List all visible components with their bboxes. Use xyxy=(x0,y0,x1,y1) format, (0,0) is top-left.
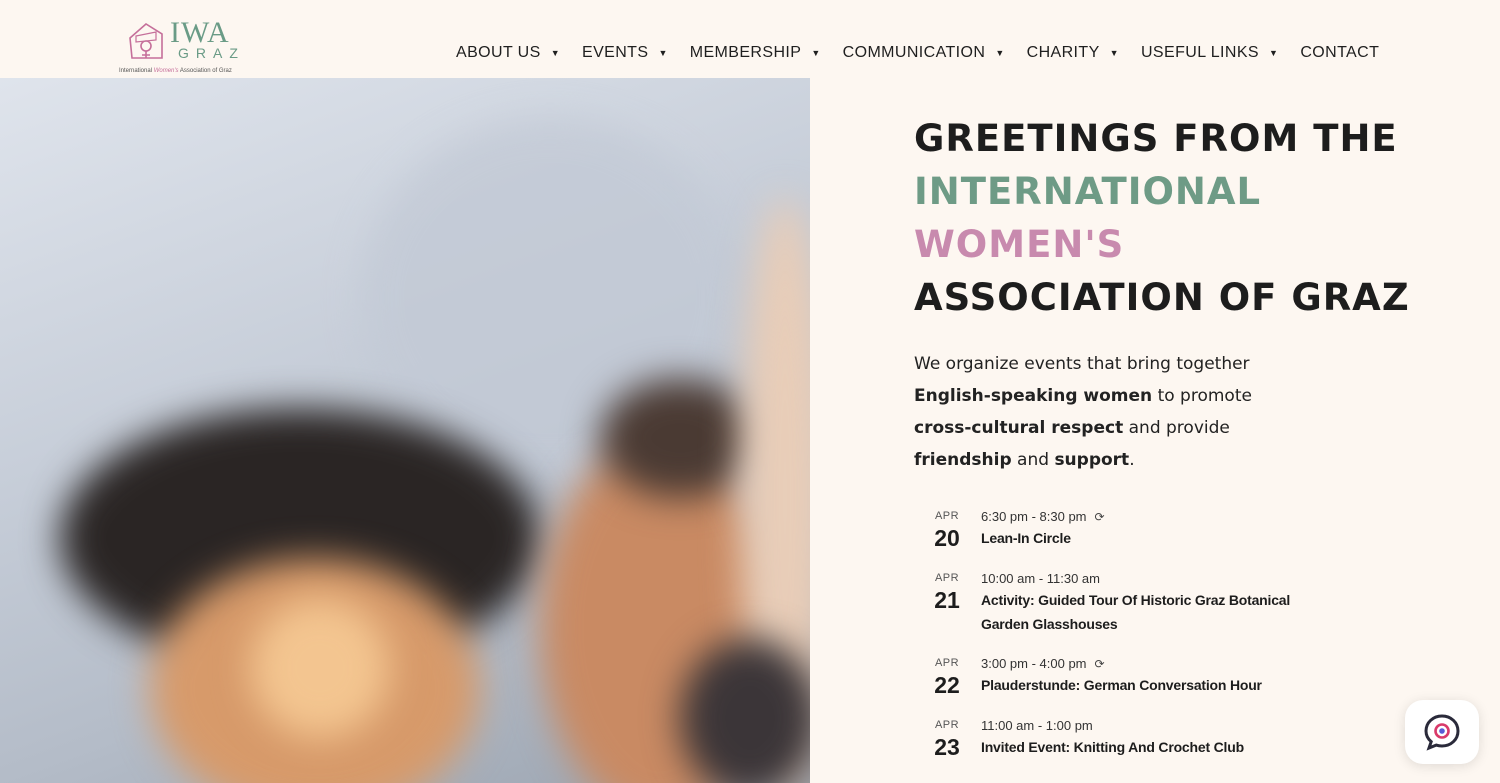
event-time: 11:00 am - 1:00 pm xyxy=(981,718,1093,733)
nav-item-events[interactable]: EVENTS ▼ xyxy=(582,44,690,62)
nav-item-membership[interactable]: MEMBERSHIP ▼ xyxy=(690,44,843,62)
event-month: APR xyxy=(934,510,960,522)
nav-item-useful-links[interactable]: USEFUL LINKS ▼ xyxy=(1141,44,1300,62)
repeat-icon: ⟳ xyxy=(1094,510,1105,524)
hero-photo xyxy=(0,78,810,783)
logo-tagline: International Women's Association of Gra… xyxy=(119,68,232,74)
upcoming-events-list: APR 20 6:30 pm - 8:30 pm ⟳ Lean-In Circle… xyxy=(928,508,1348,779)
event-date: APR 20 xyxy=(928,508,966,570)
dropdown-caret-icon: ▼ xyxy=(811,48,821,58)
event-item[interactable]: APR 20 6:30 pm - 8:30 pm ⟳ Lean-In Circle xyxy=(928,508,1348,570)
site-header: IWA GRAZ International Women's Associati… xyxy=(0,0,1500,78)
event-date: APR 23 xyxy=(928,717,966,779)
title-line-3: WOMEN'S xyxy=(914,223,1125,266)
logo-house-icon xyxy=(129,23,163,59)
page-title: GREETINGS FROM THE INTERNATIONAL WOMEN'S… xyxy=(914,112,1410,324)
event-time: 6:30 pm - 8:30 pm ⟳ xyxy=(981,509,1105,524)
event-day: 23 xyxy=(934,734,960,760)
dropdown-caret-icon: ▼ xyxy=(658,48,668,58)
nav-item-about-us[interactable]: ABOUT US ▼ xyxy=(456,44,582,62)
logo-wordmark: IWA xyxy=(170,16,230,49)
repeat-icon: ⟳ xyxy=(1094,657,1105,671)
intro-text: We organize events that bring together E… xyxy=(914,354,1252,470)
event-day: 20 xyxy=(934,525,960,551)
event-item[interactable]: APR 23 11:00 am - 1:00 pm Invited Event:… xyxy=(928,717,1348,779)
event-item[interactable]: APR 22 3:00 pm - 4:00 pm ⟳ Plauderstunde:… xyxy=(928,655,1348,717)
dropdown-caret-icon: ▼ xyxy=(1109,48,1119,58)
dropdown-caret-icon: ▼ xyxy=(550,48,561,58)
event-day: 21 xyxy=(934,587,960,613)
dropdown-caret-icon: ▼ xyxy=(995,48,1005,58)
event-time: 3:00 pm - 4:00 pm ⟳ xyxy=(981,656,1105,671)
title-line-1: GREETINGS FROM THE xyxy=(914,117,1398,160)
dropdown-caret-icon: ▼ xyxy=(1269,48,1279,58)
nav-item-charity[interactable]: CHARITY ▼ xyxy=(1027,44,1141,62)
event-date: APR 21 xyxy=(928,570,966,655)
event-date: APR 22 xyxy=(928,655,966,717)
site-logo[interactable]: IWA GRAZ International Women's Associati… xyxy=(118,16,258,78)
nav-item-communication[interactable]: COMMUNICATION ▼ xyxy=(843,44,1027,62)
event-item[interactable]: APR 21 10:00 am - 11:30 am Activity: Gui… xyxy=(928,570,1348,655)
main-nav: ABOUT US ▼ EVENTS ▼ MEMBERSHIP ▼ COMMUNICAT… xyxy=(456,44,1379,62)
chat-widget-button[interactable] xyxy=(1405,700,1479,764)
event-time: 10:00 am - 11:30 am xyxy=(981,571,1100,586)
event-day: 22 xyxy=(934,672,960,698)
event-title-link[interactable]: Plauderstunde: German Conversation Hour xyxy=(981,673,1262,697)
event-month: APR xyxy=(934,719,960,731)
title-line-4: ASSOCIATION OF GRAZ xyxy=(914,276,1410,319)
event-title-link[interactable]: Invited Event: Knitting And Crochet Club xyxy=(981,735,1244,759)
logo-subtitle: GRAZ xyxy=(178,45,245,61)
event-month: APR xyxy=(934,657,960,669)
chat-icon xyxy=(1424,714,1460,751)
event-title-link[interactable]: Lean-In Circle xyxy=(981,526,1105,550)
hero-content: GREETINGS FROM THE INTERNATIONAL WOMEN'S… xyxy=(914,112,1410,476)
event-title-link[interactable]: Activity: Guided Tour Of Historic Graz B… xyxy=(981,588,1341,636)
nav-item-contact[interactable]: CONTACT xyxy=(1300,44,1379,62)
title-line-2: INTERNATIONAL xyxy=(914,170,1262,213)
event-month: APR xyxy=(934,572,960,584)
